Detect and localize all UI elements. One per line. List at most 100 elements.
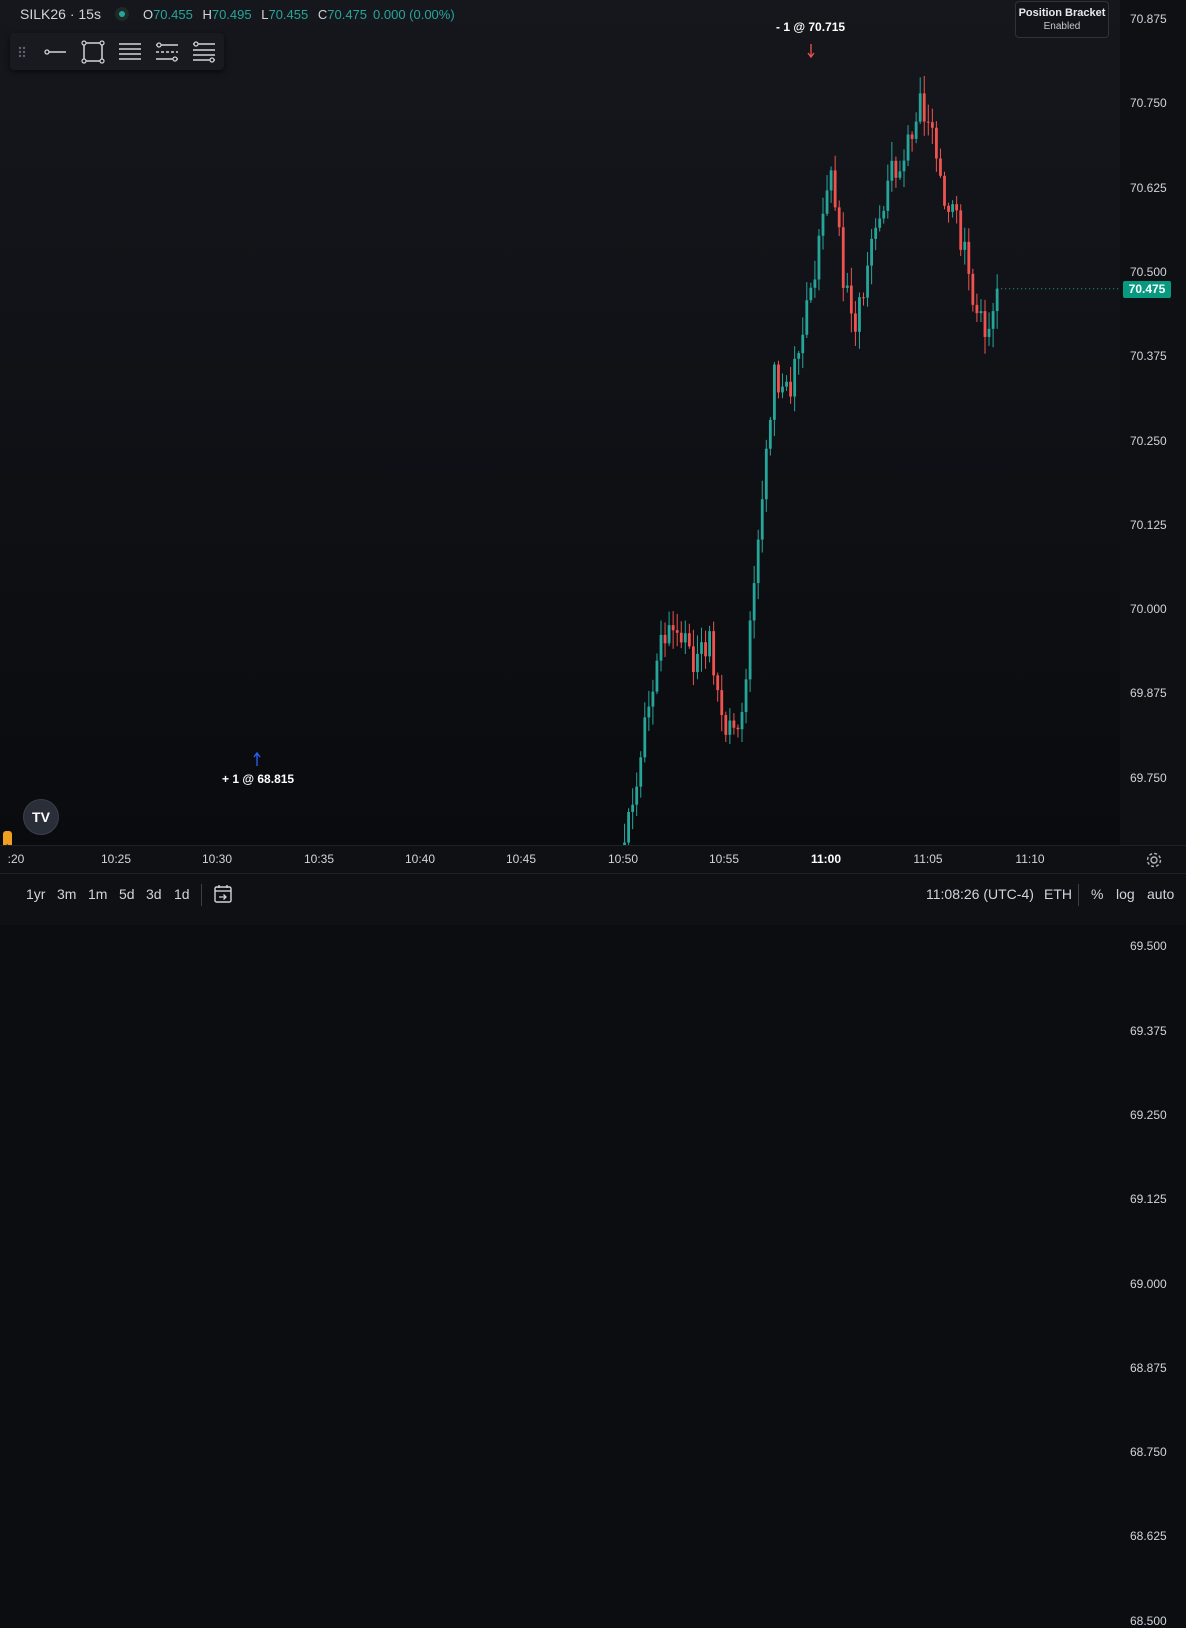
candle-body xyxy=(643,717,647,758)
range-1m-button[interactable]: 1m xyxy=(88,886,107,902)
candle xyxy=(696,635,699,680)
candle-body xyxy=(975,304,979,314)
candle-body xyxy=(724,715,728,735)
clock-readout[interactable]: 11:08:26 (UTC-4) xyxy=(926,886,1034,902)
time-tick-label: 10:25 xyxy=(100,852,132,866)
position-bracket-badge[interactable]: Position Bracket Enabled xyxy=(1015,1,1109,38)
candle xyxy=(951,200,954,218)
candle-body xyxy=(991,311,995,329)
candle-body xyxy=(639,757,643,787)
settings-gear-icon[interactable] xyxy=(1145,851,1163,869)
time-tick-label: :20 xyxy=(7,852,25,866)
candle-body xyxy=(939,158,942,176)
session-toggle[interactable]: ETH xyxy=(1044,886,1072,902)
candle xyxy=(635,772,639,816)
candle xyxy=(926,104,930,136)
price-tick-label: 69.000 xyxy=(1130,1276,1167,1291)
candle-body xyxy=(764,448,768,500)
candle xyxy=(732,713,736,735)
candle-body xyxy=(845,285,849,288)
candle xyxy=(987,312,991,346)
candle-body xyxy=(959,210,963,250)
parallel-channel-icon[interactable] xyxy=(153,38,181,66)
candle xyxy=(833,155,837,211)
log-scale-toggle[interactable]: log xyxy=(1116,886,1135,902)
candle xyxy=(882,205,886,224)
candle xyxy=(789,366,792,404)
candle xyxy=(943,171,946,210)
candle-body xyxy=(943,175,946,206)
candle-body xyxy=(821,213,825,236)
candle xyxy=(829,166,833,203)
candle-body xyxy=(716,675,720,691)
candle-body xyxy=(651,691,655,707)
price-tick-label: 70.250 xyxy=(1130,433,1167,448)
candle xyxy=(813,260,817,298)
range-3d-button[interactable]: 3d xyxy=(146,886,162,902)
price-axis[interactable] xyxy=(1120,0,1186,845)
candle xyxy=(898,160,902,180)
range-1yr-button[interactable]: 1yr xyxy=(26,886,45,902)
range-3m-button[interactable]: 3m xyxy=(57,886,76,902)
candle-body xyxy=(841,227,845,288)
candlestick-series xyxy=(253,44,1120,845)
candle-body xyxy=(785,381,788,387)
candle xyxy=(805,282,809,339)
line-icon[interactable] xyxy=(42,38,70,66)
candle-body xyxy=(700,642,703,654)
price-tick-label: 69.250 xyxy=(1130,1107,1167,1122)
rectangle-icon[interactable] xyxy=(79,38,107,66)
candle xyxy=(687,623,691,649)
open-label: O xyxy=(142,6,154,22)
candle xyxy=(647,690,651,731)
candle xyxy=(874,218,878,251)
candle-body xyxy=(910,134,914,139)
candle xyxy=(639,751,643,798)
time-axis[interactable]: :20 10:25 10:30 10:35 10:40 10:45 10:50 10:55 11… xyxy=(0,845,1186,874)
auto-scale-toggle[interactable]: auto xyxy=(1147,886,1174,902)
candle-body xyxy=(902,160,906,172)
candle xyxy=(971,268,975,312)
price-tick-label: 70.875 xyxy=(1130,12,1167,26)
candle-body xyxy=(963,241,967,250)
high-value: 70.495 xyxy=(211,6,252,22)
candle xyxy=(712,621,716,685)
candle-body xyxy=(809,287,813,301)
candle-body xyxy=(675,630,679,633)
candle-body xyxy=(995,288,999,312)
drag-handle-icon[interactable] xyxy=(12,38,32,66)
candle xyxy=(837,200,841,237)
candle-body xyxy=(882,210,886,219)
goto-date-icon[interactable] xyxy=(212,883,234,905)
candle xyxy=(890,141,894,192)
price-tick-label: 70.375 xyxy=(1130,349,1167,364)
candle-body xyxy=(756,539,760,584)
candle-body xyxy=(667,625,671,644)
buy-execution-label: + 1 @ 68.815 xyxy=(222,772,295,786)
candle-body xyxy=(967,241,971,274)
candle xyxy=(768,416,772,456)
percent-scale-toggle[interactable]: % xyxy=(1091,886,1103,902)
candle-body xyxy=(886,180,890,211)
chart-plot-area[interactable] xyxy=(0,0,1120,845)
candle-body xyxy=(768,419,772,449)
tradingview-logo[interactable]: TV xyxy=(23,799,59,835)
range-5d-button[interactable]: 5d xyxy=(119,886,135,902)
candle xyxy=(930,108,934,144)
price-tick-label: 70.625 xyxy=(1130,180,1167,195)
candle xyxy=(793,346,797,412)
candle xyxy=(764,439,768,512)
symbol-title[interactable]: SILK26 · 15s xyxy=(20,6,101,22)
candle-body xyxy=(833,170,837,208)
candle-body xyxy=(918,93,922,122)
candle-body xyxy=(829,170,833,191)
horizontal-lines-icon[interactable] xyxy=(116,38,144,66)
fib-icon[interactable] xyxy=(190,38,218,66)
candle-body xyxy=(712,631,716,676)
candle-body xyxy=(926,121,930,123)
candle-body xyxy=(906,134,910,161)
candle xyxy=(748,611,752,692)
price-tick-label: 69.750 xyxy=(1130,770,1167,785)
candle-body xyxy=(922,93,926,122)
range-1d-button[interactable]: 1d xyxy=(174,886,190,902)
